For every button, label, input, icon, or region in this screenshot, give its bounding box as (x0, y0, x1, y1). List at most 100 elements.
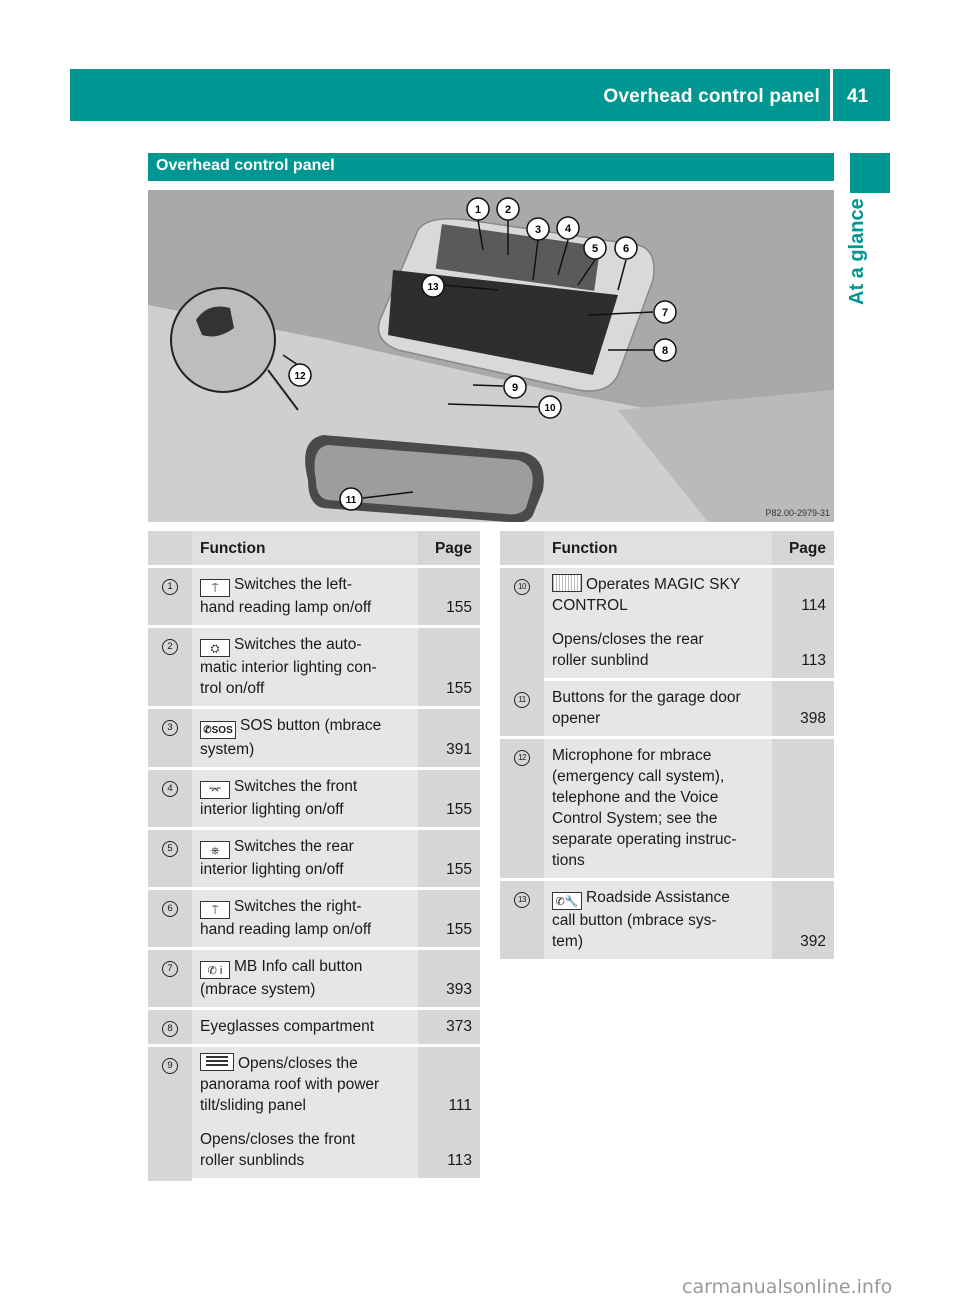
function-description: Opens/closes the panorama roof with power… (192, 1047, 418, 1123)
description-line: call button (mbrace sys- (552, 912, 717, 929)
page-reference: 393 (418, 950, 480, 1010)
table-header-row: Function Page (148, 531, 480, 568)
function-description: Opens/closes the rear roller sunblind (544, 623, 772, 681)
svg-text:2: 2 (505, 204, 511, 216)
callout-6: 6 (614, 236, 638, 260)
item-number: 13 (514, 892, 530, 908)
item-number: 10 (514, 579, 530, 595)
description-line: tilt/sliding panel (200, 1097, 306, 1114)
callout-4: 4 (556, 216, 580, 240)
description-line: separate operating instruc- (552, 831, 737, 848)
description-line: Roadside Assistance (586, 889, 730, 906)
description-line: Operates MAGIC SKY (586, 576, 741, 593)
table-row: 6 ⍑ Switches the right-hand reading lamp o… (148, 890, 480, 950)
description-line: Eyeglasses compartment (200, 1018, 375, 1035)
function-description: Eyeglasses compartment (192, 1010, 418, 1047)
section-title-bar: Overhead control panel (148, 153, 834, 181)
description-line: CONTROL (552, 597, 628, 614)
rear-interior-light-icon: ⎈ (200, 841, 230, 859)
function-description: ⍑ Switches the left-hand reading lamp on/… (192, 568, 418, 628)
description-line: Switches the front (234, 778, 358, 795)
item-number: 2 (162, 639, 178, 655)
description-line: Control System; see the (552, 810, 718, 827)
description-line: panorama roof with power (200, 1076, 380, 1093)
svg-text:12: 12 (294, 371, 306, 382)
page-reference: 155 (418, 568, 480, 628)
description-line: roller sunblind (552, 652, 649, 669)
svg-text:1: 1 (475, 204, 481, 216)
sos-phone-icon: ✆SOS (200, 721, 236, 739)
item-number: 7 (162, 961, 178, 977)
table-header-row: Function Page (500, 531, 834, 568)
item-number: 6 (162, 901, 178, 917)
page-number: 41 (847, 86, 869, 107)
description-line: Opens/closes the (238, 1055, 358, 1072)
item-number: 3 (162, 720, 178, 736)
description-line: opener (552, 710, 601, 727)
section-title: Overhead control panel (156, 157, 335, 174)
page-reference: 155 (418, 890, 480, 950)
page-reference: 113 (418, 1123, 480, 1181)
callout-5: 5 (583, 236, 607, 260)
table-row: 10 Operates MAGIC SKY CONTROL 114 (500, 568, 834, 681)
watermark: carmanualsonline.info (682, 1276, 893, 1298)
item-number: 9 (162, 1058, 178, 1074)
page-reference: 398 (772, 681, 834, 739)
description-line: Switches the right- (234, 898, 362, 915)
page-reference: 111 (418, 1047, 480, 1123)
function-description: ✆SOS SOS button (mbrace system) (192, 709, 418, 770)
item-number: 4 (162, 781, 178, 797)
item-number: 1 (162, 579, 178, 595)
function-description: ⎈ Switches the rear interior lighting on/o… (192, 830, 418, 890)
description-line: hand reading lamp on/off (200, 599, 372, 616)
header-bar: Overhead control panel (70, 69, 830, 121)
svg-text:4: 4 (565, 223, 572, 235)
table-row: 7 ✆ i MB Info call button (mbrace system) 39… (148, 950, 480, 1010)
function-description: Buttons for the garage door opener (544, 681, 772, 739)
description-line: Buttons for the garage door (552, 689, 741, 706)
reading-lamp-left-icon: ⍑ (200, 579, 230, 597)
callout-2: 2 (496, 197, 520, 221)
figure-code: P82.00-2979-31 (765, 508, 830, 518)
svg-text:13: 13 (427, 282, 439, 293)
item-number: 5 (162, 841, 178, 857)
function-table-right: Function Page 10 Operates MAGIC SKY CONTRO… (500, 531, 834, 962)
function-description: ⍑ Switches the right-hand reading lamp on… (192, 890, 418, 950)
function-description: ⌤ Switches the front interior lighting on/… (192, 770, 418, 830)
svg-text:10: 10 (544, 403, 556, 414)
description-line: hand reading lamp on/off (200, 921, 372, 938)
description-line: Switches the left- (234, 576, 353, 593)
roadside-assistance-icon: ✆🔧 (552, 892, 582, 910)
item-number: 8 (162, 1021, 178, 1037)
side-tab-marker (850, 153, 890, 193)
page-reference: 373 (418, 1010, 480, 1047)
info-call-icon: ✆ i (200, 961, 230, 979)
header-page: Page (772, 531, 834, 568)
callout-13: 13 (421, 274, 445, 298)
table-row: 4 ⌤ Switches the front interior lighting on… (148, 770, 480, 830)
header-title: Overhead control panel (603, 86, 820, 107)
callout-1: 1 (466, 197, 490, 221)
callout-3: 3 (526, 217, 550, 241)
function-description: Operates MAGIC SKY CONTROL (544, 568, 772, 623)
table-row-continuation: Opens/closes the rear roller sunblind 113 (500, 623, 834, 681)
function-description: ✆ i MB Info call button (mbrace system) (192, 950, 418, 1010)
page-reference: 113 (772, 623, 834, 681)
table-row: 13 ✆🔧 Roadside Assistance call button (mbra… (500, 881, 834, 962)
table-row: 8 Eyeglasses compartment 373 (148, 1010, 480, 1047)
overhead-panel-illustration: 1 2 3 4 5 6 7 8 9 10 11 12 13 (148, 190, 834, 522)
function-table-left: Function Page 1 ⍑ Switches the left-hand r… (148, 531, 480, 1181)
item-number: 12 (514, 750, 530, 766)
callout-7: 7 (653, 300, 677, 324)
callout-10: 10 (538, 395, 562, 419)
svg-text:6: 6 (623, 243, 629, 255)
description-line: interior lighting on/off (200, 861, 344, 878)
description-line: tions (552, 852, 585, 869)
svg-text:3: 3 (535, 224, 541, 236)
description-line: (mbrace system) (200, 981, 316, 998)
description-line: Opens/closes the rear (552, 631, 704, 648)
table-row: 11 Buttons for the garage door opener 398 (500, 681, 834, 739)
front-interior-light-icon: ⌤ (200, 781, 230, 799)
header-function: Function (192, 531, 418, 568)
table-row: 5 ⎈ Switches the rear interior lighting on/… (148, 830, 480, 890)
